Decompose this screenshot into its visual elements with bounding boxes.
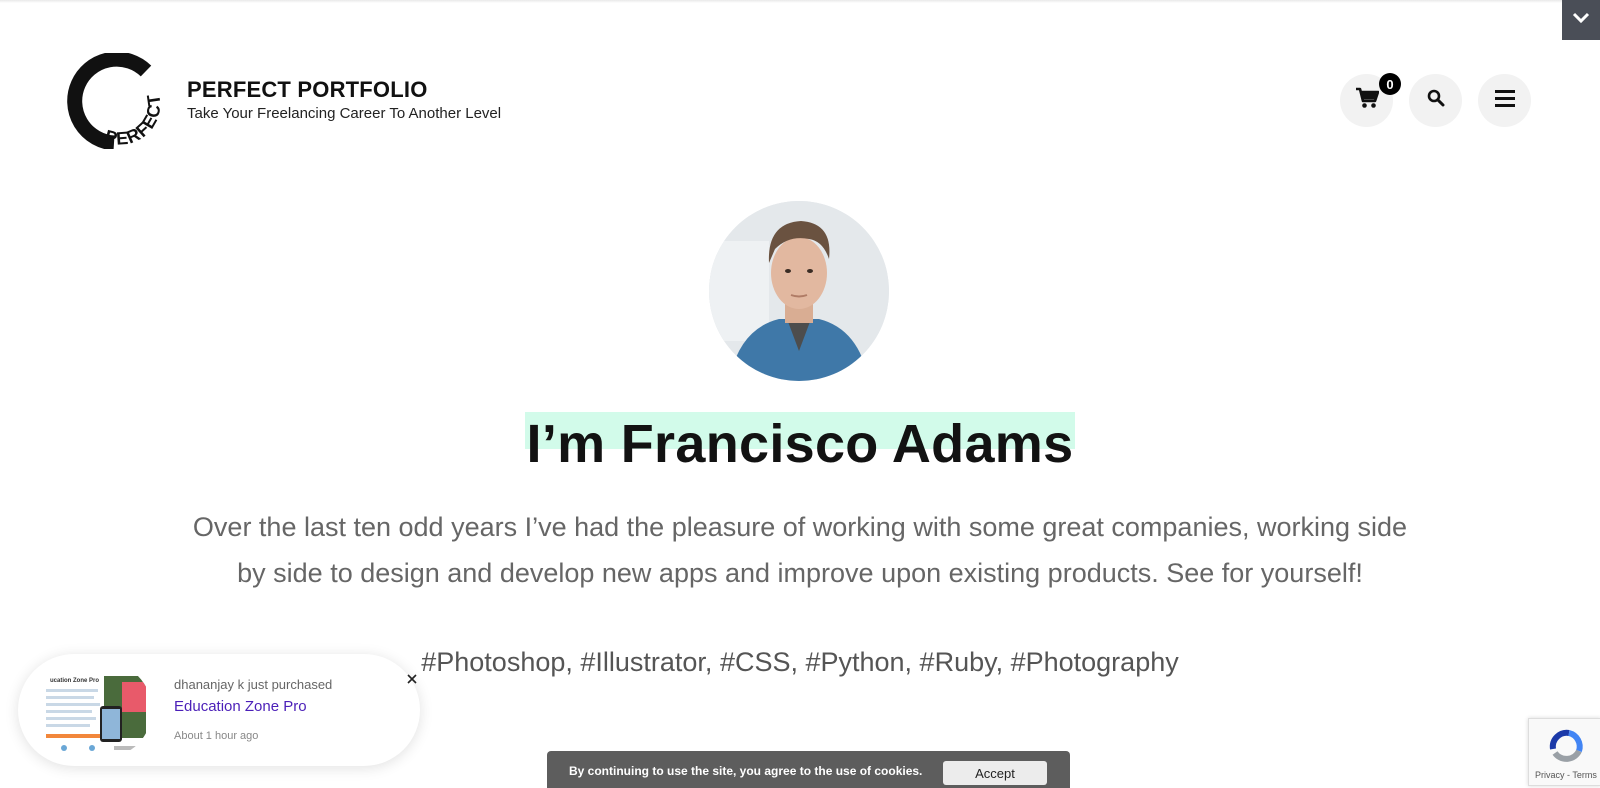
logo-text: PERFECT [103,92,164,149]
profile-photo [709,201,889,381]
hero-description: Over the last ten odd years I’ve had the… [192,512,1408,588]
purchase-message: dhananjay k just purchased [174,677,333,692]
purchase-notification[interactable]: ucation Zone Pro dhananjay k just purcha… [18,654,420,766]
cart-count-badge: 0 [1379,73,1401,95]
search-button[interactable] [1409,74,1462,127]
chevron-down-icon [1572,11,1590,29]
hero-heading: I’m Francisco Adams [0,412,1600,476]
site-title[interactable]: PERFECT PORTFOLIO [187,76,501,104]
svg-text:PERFECT: PERFECT [103,92,165,149]
recaptcha-terms-link[interactable]: Privacy - Terms [1535,770,1597,780]
menu-button[interactable] [1478,74,1531,127]
popup-close-button[interactable] [402,670,422,690]
top-shadow [0,0,1600,3]
close-icon [407,671,417,689]
recaptcha-badge[interactable]: Privacy - Terms [1528,718,1600,786]
cookie-consent-bar: By continuing to use the site, you agree… [547,751,1070,788]
cookie-message: By continuing to use the site, you agree… [569,764,923,778]
purchased-product-link[interactable]: Education Zone Pro [174,698,307,715]
accept-cookies-button[interactable]: Accept [943,761,1047,785]
brand-block: PERFECT PORTFOLIO Take Your Freelancing … [187,76,501,123]
site-tagline: Take Your Freelancing Career To Another … [187,105,502,122]
product-thumbnail: ucation Zone Pro [30,662,152,758]
hamburger-menu-icon [1494,89,1515,112]
cart-icon [1355,87,1379,114]
thumb-title: ucation Zone Pro [50,678,99,684]
cart-button[interactable]: 0 [1340,73,1401,127]
hero-name: I’m Francisco Adams [524,412,1076,476]
site-logo[interactable]: PERFECT [66,51,166,151]
search-icon [1427,89,1445,112]
corner-toggle-button[interactable] [1562,0,1600,40]
purchase-time: About 1 hour ago [174,730,259,742]
